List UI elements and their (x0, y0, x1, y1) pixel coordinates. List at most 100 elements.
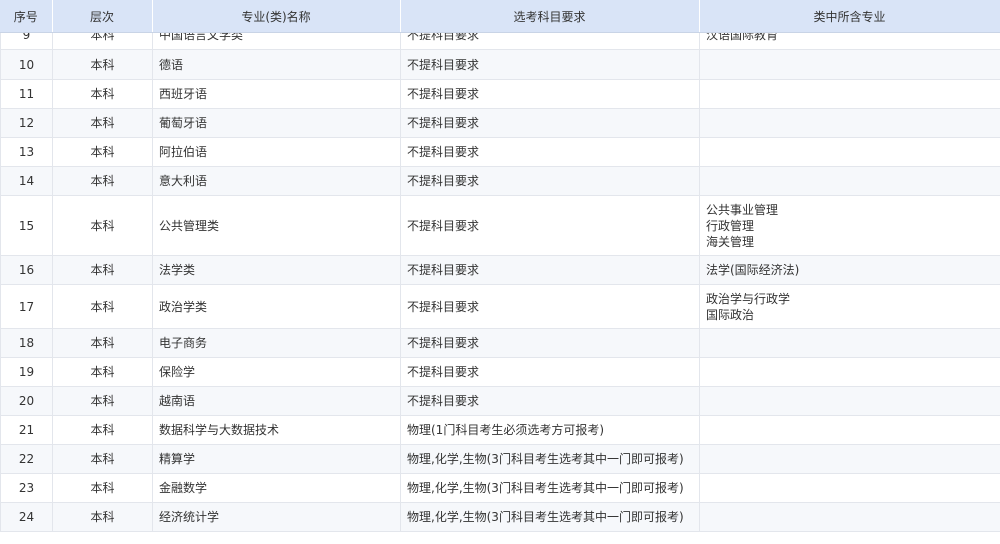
table-row: 18 本科 电子商务 不提科目要求 (0, 328, 1000, 358)
cell-requirement: 不提科目要求 (400, 328, 700, 358)
cell-included (699, 108, 1000, 138)
cell-included (699, 328, 1000, 358)
cell-included: 公共事业管理 行政管理 海关管理 (699, 195, 1000, 256)
cell-major: 西班牙语 (152, 79, 401, 109)
header-requirement[interactable]: 选考科目要求 (400, 0, 700, 33)
header-included[interactable]: 类中所含专业 (699, 0, 1000, 33)
cell-included (699, 473, 1000, 503)
cell-level: 本科 (52, 49, 153, 80)
cell-major: 意大利语 (152, 166, 401, 196)
cell-level: 本科 (52, 284, 153, 329)
cell-num: 17 (0, 284, 53, 329)
cell-num: 16 (0, 255, 53, 285)
table-row: 22 本科 精算学 物理,化学,生物(3门科目考生选考其中一门即可报考) (0, 444, 1000, 474)
table-row: 24 本科 经济统计学 物理,化学,生物(3门科目考生选考其中一门即可报考) (0, 502, 1000, 532)
cell-requirement: 不提科目要求 (400, 49, 700, 80)
included-major: 行政管理 (706, 218, 755, 233)
cell-major: 公共管理类 (152, 195, 401, 256)
included-major: 政治学与行政学 (706, 291, 791, 306)
cell-included (699, 79, 1000, 109)
cell-major: 法学类 (152, 255, 401, 285)
cell-level: 本科 (52, 444, 153, 474)
cell-included (699, 502, 1000, 532)
cell-num: 11 (0, 79, 53, 109)
cell-included: 法学(国际经济法) (699, 255, 1000, 285)
included-major: 海关管理 (706, 234, 755, 249)
cell-num: 10 (0, 49, 53, 80)
cell-major: 金融数学 (152, 473, 401, 503)
cell-included (699, 386, 1000, 416)
cell-requirement: 不提科目要求 (400, 195, 700, 256)
cell-level: 本科 (52, 137, 153, 167)
cell-num: 22 (0, 444, 53, 474)
cell-requirement: 不提科目要求 (400, 79, 700, 109)
cell-major: 经济统计学 (152, 502, 401, 532)
table-row: 11 本科 西班牙语 不提科目要求 (0, 79, 1000, 109)
major-requirements-table: 序号 层次 专业(类)名称 选考科目要求 类中所含专业 9 本科 中国语言文学类 不提… (0, 0, 1000, 544)
cell-level: 本科 (52, 33, 153, 50)
table-row: 20 本科 越南语 不提科目要求 (0, 386, 1000, 416)
table-body: 9 本科 中国语言文学类 不提科目要求 汉语国际教育 10 本科 德语 不提科目要求 11 本科 西班… (0, 33, 1000, 532)
cell-major: 数据科学与大数据技术 (152, 415, 401, 445)
cell-major: 葡萄牙语 (152, 108, 401, 138)
cell-requirement: 不提科目要求 (400, 386, 700, 416)
cell-num: 21 (0, 415, 53, 445)
cell-level: 本科 (52, 108, 153, 138)
table-row: 23 本科 金融数学 物理,化学,生物(3门科目考生选考其中一门即可报考) (0, 473, 1000, 503)
cell-num: 20 (0, 386, 53, 416)
cell-level: 本科 (52, 415, 153, 445)
cell-requirement: 物理(1门科目考生必须选考方可报考) (400, 415, 700, 445)
cell-major: 德语 (152, 49, 401, 80)
header-row: 序号 层次 专业(类)名称 选考科目要求 类中所含专业 (0, 0, 1000, 33)
cell-level: 本科 (52, 502, 153, 532)
cell-major: 政治学类 (152, 284, 401, 329)
included-major: 公共事业管理 (706, 202, 779, 217)
table-row: 19 本科 保险学 不提科目要求 (0, 357, 1000, 387)
table-row: 10 本科 德语 不提科目要求 (0, 49, 1000, 80)
header-major[interactable]: 专业(类)名称 (152, 0, 401, 33)
cell-requirement: 物理,化学,生物(3门科目考生选考其中一门即可报考) (400, 502, 700, 532)
cell-level: 本科 (52, 386, 153, 416)
included-major: 国际政治 (706, 307, 755, 322)
table-row: 17 本科 政治学类 不提科目要求 政治学与行政学 国际政治 (0, 284, 1000, 329)
table-row: 13 本科 阿拉伯语 不提科目要求 (0, 137, 1000, 167)
cell-major: 越南语 (152, 386, 401, 416)
table-header: 序号 层次 专业(类)名称 选考科目要求 类中所含专业 (0, 0, 1000, 33)
cell-major: 精算学 (152, 444, 401, 474)
cell-level: 本科 (52, 79, 153, 109)
header-num[interactable]: 序号 (0, 0, 53, 33)
table-row: 12 本科 葡萄牙语 不提科目要求 (0, 108, 1000, 138)
cell-num: 19 (0, 357, 53, 387)
cell-included (699, 357, 1000, 387)
cell-level: 本科 (52, 357, 153, 387)
cell-included (699, 166, 1000, 196)
cell-requirement: 不提科目要求 (400, 137, 700, 167)
header-level[interactable]: 层次 (52, 0, 153, 33)
cell-requirement: 不提科目要求 (400, 108, 700, 138)
table-row: 15 本科 公共管理类 不提科目要求 公共事业管理 行政管理 海关管理 (0, 195, 1000, 256)
cell-major: 中国语言文学类 (152, 33, 401, 50)
cell-requirement: 不提科目要求 (400, 255, 700, 285)
cell-major: 阿拉伯语 (152, 137, 401, 167)
cell-num: 12 (0, 108, 53, 138)
cell-included (699, 137, 1000, 167)
table-row: 9 本科 中国语言文学类 不提科目要求 汉语国际教育 (0, 33, 1000, 50)
cell-level: 本科 (52, 255, 153, 285)
cell-requirement: 物理,化学,生物(3门科目考生选考其中一门即可报考) (400, 444, 700, 474)
table-row: 16 本科 法学类 不提科目要求 法学(国际经济法) (0, 255, 1000, 285)
cell-num: 23 (0, 473, 53, 503)
table-row: 14 本科 意大利语 不提科目要求 (0, 166, 1000, 196)
cell-included (699, 49, 1000, 80)
cell-num: 14 (0, 166, 53, 196)
cell-level: 本科 (52, 195, 153, 256)
cell-requirement: 物理,化学,生物(3门科目考生选考其中一门即可报考) (400, 473, 700, 503)
table-row: 21 本科 数据科学与大数据技术 物理(1门科目考生必须选考方可报考) (0, 415, 1000, 445)
cell-included: 汉语国际教育 (699, 33, 1000, 50)
cell-major: 电子商务 (152, 328, 401, 358)
cell-level: 本科 (52, 328, 153, 358)
cell-included (699, 415, 1000, 445)
cell-num: 15 (0, 195, 53, 256)
cell-requirement: 不提科目要求 (400, 33, 700, 50)
cell-num: 24 (0, 502, 53, 532)
table-body-scroll[interactable]: 9 本科 中国语言文学类 不提科目要求 汉语国际教育 10 本科 德语 不提科目要求 11 本科 西班… (0, 33, 1000, 544)
